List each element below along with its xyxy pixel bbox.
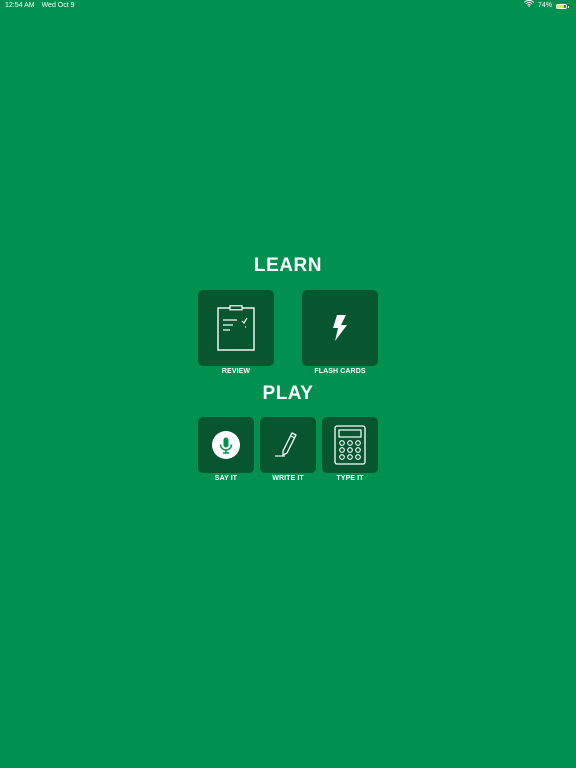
flash-cards-label: FLASH CARDS xyxy=(314,368,366,375)
learn-title: LEARN xyxy=(254,255,322,276)
battery-icon xyxy=(556,3,569,9)
wifi-icon xyxy=(523,0,535,12)
status-date: Wed Oct 9 xyxy=(41,2,75,9)
flash-cards-button[interactable] xyxy=(302,290,378,366)
say-it-button[interactable] xyxy=(198,417,254,473)
type-it-label: TYPE IT xyxy=(336,475,364,482)
review-button[interactable] xyxy=(198,290,274,366)
status-time: 12:54 AM xyxy=(5,2,35,9)
play-title: PLAY xyxy=(262,383,314,404)
type-it-button[interactable] xyxy=(322,417,378,473)
write-it-button[interactable] xyxy=(260,417,316,473)
write-it-label: WRITE IT xyxy=(272,475,304,482)
status-bar: 12:54 AM Wed Oct 9 74% xyxy=(0,0,576,12)
battery-percent: 74% xyxy=(537,2,552,9)
review-label: REVIEW xyxy=(221,368,251,375)
say-it-label: SAY IT xyxy=(214,475,238,482)
battery-level-fill xyxy=(557,4,564,8)
